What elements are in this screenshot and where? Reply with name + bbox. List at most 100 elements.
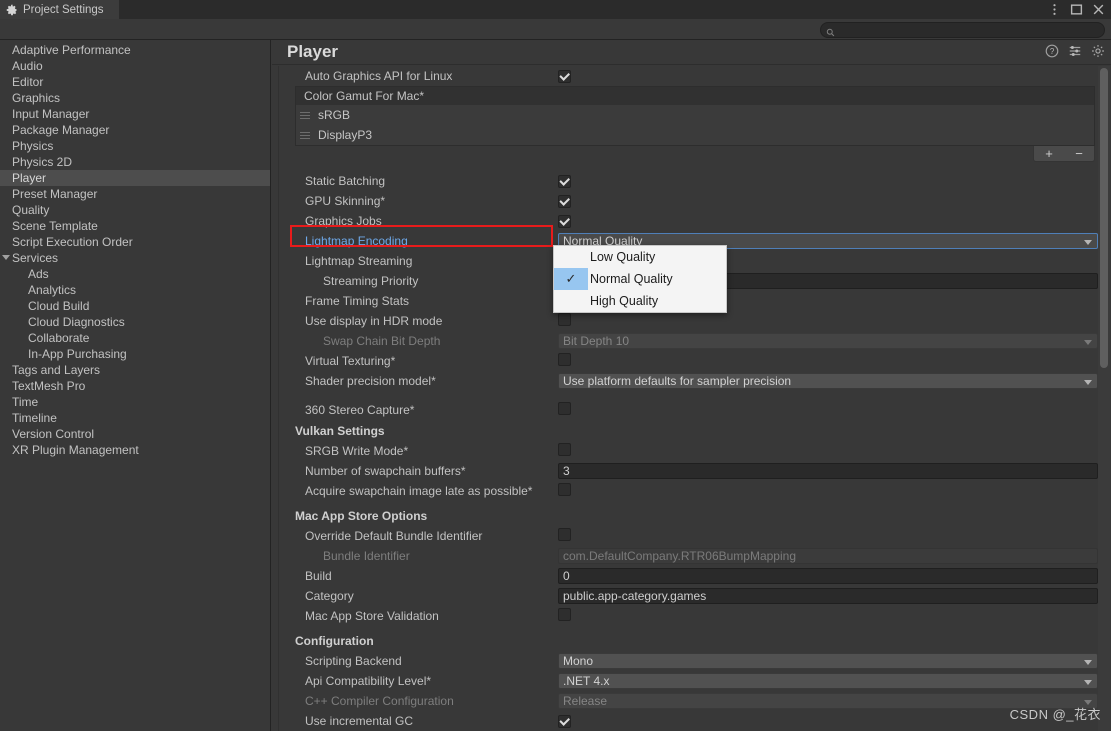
sidebar-item-time[interactable]: Time — [0, 394, 270, 410]
sidebar-item-script-execution-order[interactable]: Script Execution Order — [0, 234, 270, 250]
shader-precision-model-row: Shader precision model* Use platform defa… — [285, 371, 1104, 391]
tab-project-settings[interactable]: Project Settings — [0, 0, 120, 19]
shader-precision-model-dropdown[interactable]: Use platform defaults for sampler precis… — [558, 373, 1098, 389]
graphics-jobs-row: Graphics Jobs — [285, 211, 1104, 231]
auto-graphics-api-checkbox[interactable] — [558, 70, 571, 84]
sidebar-item-services[interactable]: Services — [0, 250, 270, 266]
sidebar-item-cloud-build[interactable]: Cloud Build — [0, 298, 270, 314]
graphics-jobs-checkbox[interactable] — [558, 215, 571, 229]
vulkan-settings-section-title: Vulkan Settings — [295, 423, 385, 438]
sidebar-item-collaborate[interactable]: Collaborate — [0, 330, 270, 346]
sidebar-item-textmesh-pro[interactable]: TextMesh Pro — [0, 378, 270, 394]
graphics-jobs-label: Graphics Jobs — [305, 214, 382, 228]
sidebar-item-xr-plugin-management[interactable]: XR Plugin Management — [0, 442, 270, 458]
virtual-texturing-checkbox[interactable] — [558, 353, 571, 366]
lightmap-encoding-dropdown-menu[interactable]: Low Quality ✓ Normal Quality High Quality — [553, 245, 727, 313]
lightmap-encoding-label: Lightmap Encoding — [305, 234, 408, 248]
check-placeholder — [554, 246, 588, 268]
menu-item-normal-quality[interactable]: ✓ Normal Quality — [554, 268, 726, 290]
maximize-icon[interactable] — [1070, 3, 1083, 16]
list-item[interactable]: DisplayP3 — [296, 125, 1094, 145]
sidebar-item-label: Cloud Build — [28, 299, 90, 313]
api-compatibility-level-label: Api Compatibility Level* — [305, 674, 432, 688]
stereo-capture-360-label: 360 Stereo Capture* — [305, 403, 415, 417]
build-input[interactable]: 0 — [558, 568, 1098, 584]
static-batching-checkbox[interactable] — [558, 175, 571, 189]
drag-handle-icon[interactable] — [300, 111, 310, 119]
srgb-write-mode-checkbox[interactable] — [558, 443, 571, 456]
sidebar-item-label: Input Manager — [12, 107, 90, 121]
stereo-capture-360-checkbox[interactable] — [558, 402, 571, 415]
virtual-texturing-label: Virtual Texturing* — [305, 354, 396, 368]
mac-app-store-validation-checkbox[interactable] — [558, 608, 571, 621]
sidebar-item-package-manager[interactable]: Package Manager — [0, 122, 270, 138]
add-item-button[interactable]: + — [1045, 146, 1053, 161]
sidebar-item-label: Adaptive Performance — [12, 43, 131, 57]
sidebar-item-cloud-diagnostics[interactable]: Cloud Diagnostics — [0, 314, 270, 330]
sidebar-item-in-app-purchasing[interactable]: In-App Purchasing — [0, 346, 270, 362]
svg-text:?: ? — [1050, 47, 1055, 56]
gear-icon[interactable] — [1091, 44, 1105, 58]
sidebar-item-timeline[interactable]: Timeline — [0, 410, 270, 426]
menu-item-low-quality[interactable]: Low Quality — [554, 246, 726, 268]
sidebar-item-label: XR Plugin Management — [12, 443, 139, 457]
cpp-compiler-configuration-label: C++ Compiler Configuration — [305, 694, 454, 708]
settings-content: Player ? Auto Graphics API for Linux Col… — [272, 40, 1111, 731]
drag-handle-icon[interactable] — [300, 131, 310, 139]
acquire-swapchain-image-row: Acquire swapchain image late as possible… — [285, 481, 1104, 501]
sidebar-item-tags-and-layers[interactable]: Tags and Layers — [0, 362, 270, 378]
menu-item-high-quality[interactable]: High Quality — [554, 290, 726, 312]
sidebar-item-label: Services — [12, 251, 59, 265]
use-incremental-gc-checkbox[interactable] — [558, 715, 571, 729]
use-display-hdr-mode-checkbox[interactable] — [558, 313, 571, 326]
sidebar-item-graphics[interactable]: Graphics — [0, 90, 270, 106]
sidebar-item-ads[interactable]: Ads — [0, 266, 270, 282]
sidebar-item-scene-template[interactable]: Scene Template — [0, 218, 270, 234]
api-compatibility-level-dropdown[interactable]: .NET 4.x — [558, 673, 1098, 689]
sidebar-item-analytics[interactable]: Analytics — [0, 282, 270, 298]
bundle-identifier-input[interactable]: com.DefaultCompany.RTR06BumpMapping — [558, 548, 1098, 564]
scripting-backend-dropdown-value: Mono — [563, 654, 594, 668]
override-bundle-identifier-checkbox[interactable] — [558, 528, 571, 541]
acquire-swapchain-image-checkbox[interactable] — [558, 483, 571, 496]
chevron-down-icon — [1084, 340, 1092, 345]
swap-chain-bit-depth-dropdown[interactable]: Bit Depth 10 — [558, 333, 1098, 349]
sidebar-item-adaptive-performance[interactable]: Adaptive Performance — [0, 42, 270, 58]
sidebar-item-preset-manager[interactable]: Preset Manager — [0, 186, 270, 202]
sidebar-item-editor[interactable]: Editor — [0, 74, 270, 90]
search-field[interactable] — [820, 22, 1105, 38]
close-icon[interactable] — [1092, 3, 1105, 16]
scripting-backend-dropdown[interactable]: Mono — [558, 653, 1098, 669]
sidebar-item-physics-2d[interactable]: Physics 2D — [0, 154, 270, 170]
sidebar-item-audio[interactable]: Audio — [0, 58, 270, 74]
remove-item-button[interactable]: − — [1075, 146, 1083, 161]
lightmap-streaming-label: Lightmap Streaming — [305, 254, 413, 268]
static-batching-label: Static Batching — [305, 174, 386, 188]
scripting-backend-row: Scripting Backend Mono — [285, 651, 1104, 671]
category-input[interactable]: public.app-category.games — [558, 588, 1098, 604]
sidebar-item-quality[interactable]: Quality — [0, 202, 270, 218]
settings-scroll-area[interactable]: Auto Graphics API for Linux Color Gamut F… — [272, 66, 1111, 731]
cpp-compiler-configuration-row: C++ Compiler Configuration Release — [285, 691, 1104, 711]
sidebar-item-physics[interactable]: Physics — [0, 138, 270, 154]
swapchain-buffers-input[interactable]: 3 — [558, 463, 1098, 479]
gpu-skinning-checkbox[interactable] — [558, 195, 571, 209]
check-icon: ✓ — [554, 268, 588, 290]
sidebar-item-label: Package Manager — [12, 123, 110, 137]
menu-item-label: High Quality — [590, 294, 659, 308]
sidebar-item-player[interactable]: Player — [0, 170, 270, 186]
swapchain-buffers-row: Number of swapchain buffers* 3 — [285, 461, 1104, 481]
title-bar: Project Settings — [0, 0, 1111, 19]
vertical-scrollbar[interactable] — [1098, 66, 1110, 731]
sidebar-item-input-manager[interactable]: Input Manager — [0, 106, 270, 122]
search-input[interactable] — [839, 23, 1089, 37]
preset-sliders-icon[interactable] — [1068, 44, 1082, 58]
scrollbar-thumb[interactable] — [1100, 68, 1108, 368]
kebab-menu-icon[interactable] — [1048, 3, 1061, 16]
sidebar-item-version-control[interactable]: Version Control — [0, 426, 270, 442]
chevron-down-icon[interactable] — [2, 255, 10, 260]
list-item[interactable]: sRGB — [296, 105, 1094, 125]
sidebar-item-label: Ads — [28, 267, 49, 281]
help-icon[interactable]: ? — [1045, 44, 1059, 58]
color-gamut-list[interactable]: Color Gamut For Mac* sRGB DisplayP3 — [295, 86, 1095, 146]
